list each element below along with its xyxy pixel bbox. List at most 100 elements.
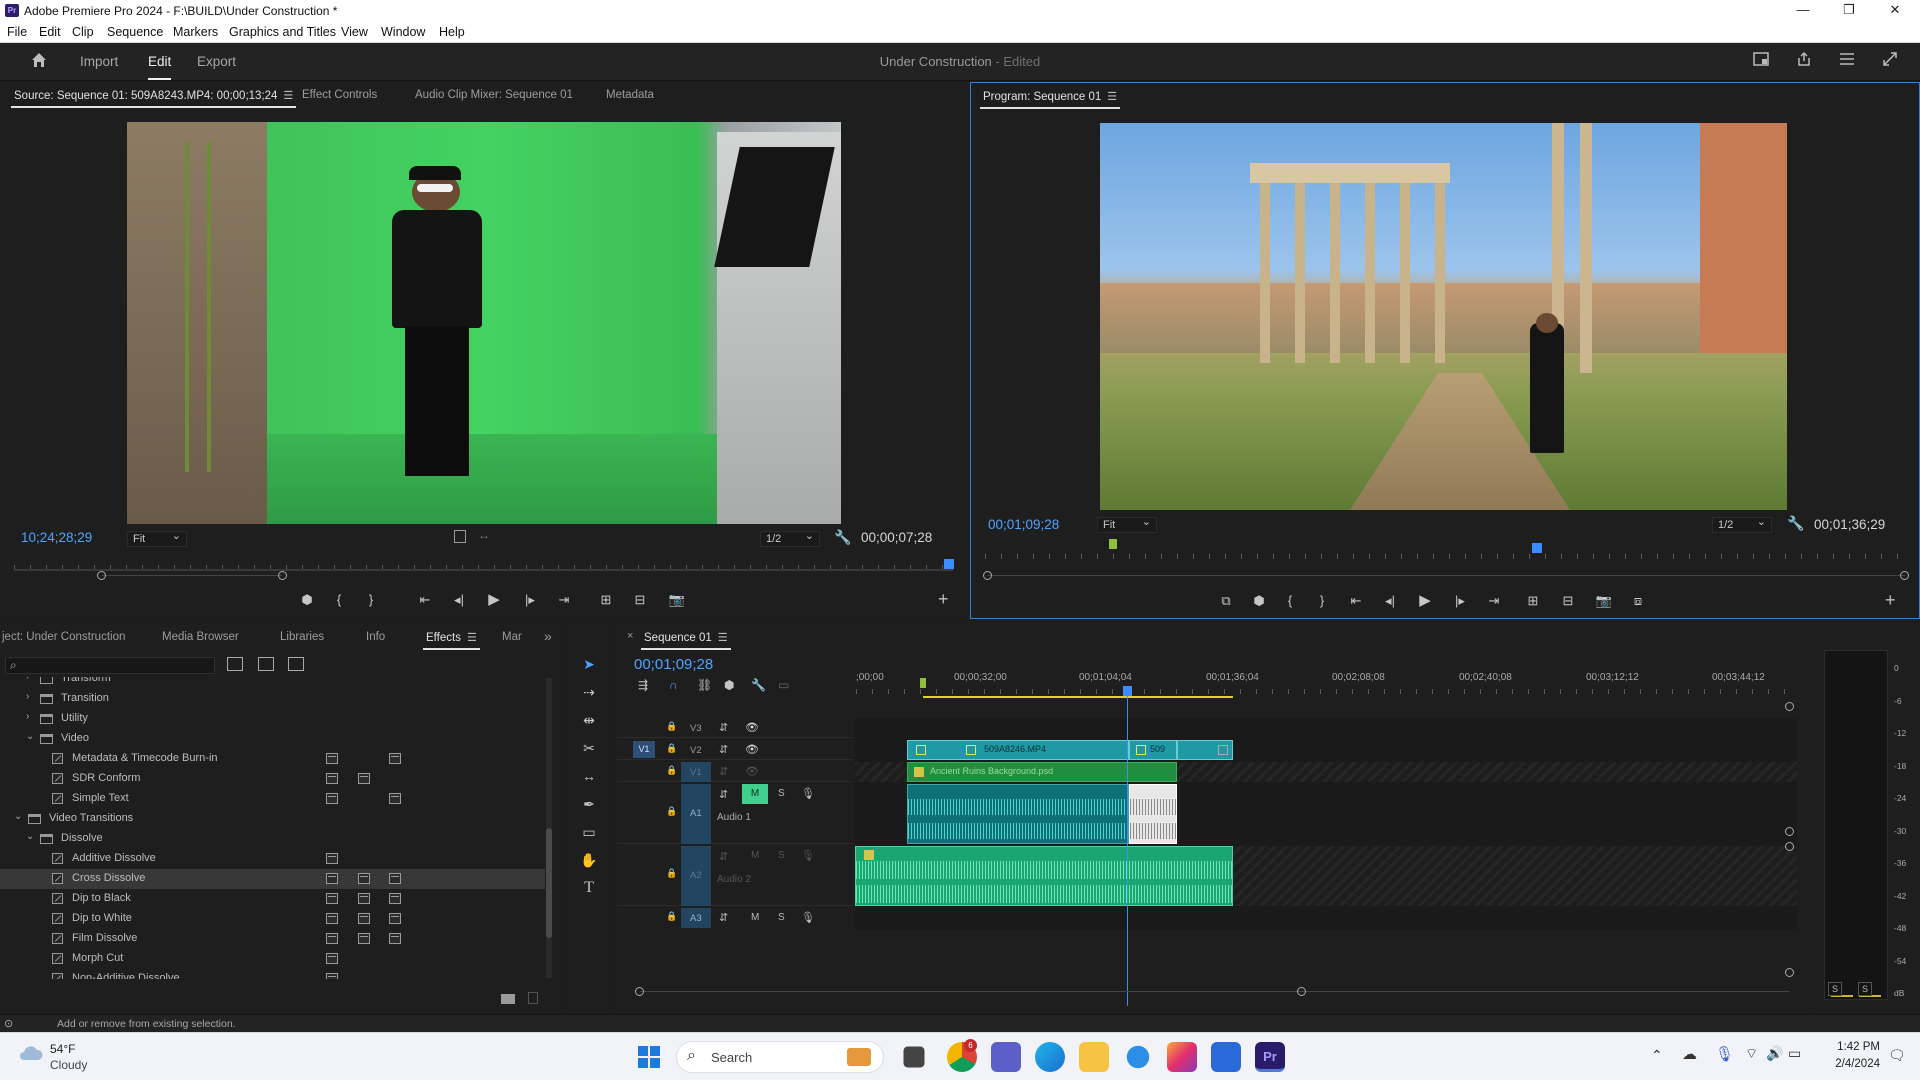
program-time-ruler[interactable] (985, 539, 1910, 563)
microphone-icon[interactable]: 🎙 (801, 787, 815, 800)
file-explorer-icon[interactable] (1079, 1042, 1109, 1072)
menu-help[interactable]: Help (439, 25, 465, 39)
taskbar-search-box[interactable]: ⌕ Search (676, 1041, 884, 1073)
effects-search-input[interactable]: ⌕ (5, 657, 215, 674)
wifi-icon[interactable]: ⌔ (1745, 1045, 1758, 1063)
program-resolution-dropdown[interactable]: 1/2 (1712, 515, 1772, 533)
effects-folder[interactable]: › Transform (0, 677, 545, 689)
source-video-frame[interactable] (127, 122, 841, 524)
more-tabs-icon[interactable]: » (544, 628, 552, 644)
step-back-icon[interactable]: ◂| (449, 590, 469, 610)
solo-button[interactable]: S (778, 850, 785, 861)
timeline-ruler[interactable]: ;00;00 00;00;32;00 00;01;04;04 00;01;36;… (856, 662, 1796, 702)
solo-left-button[interactable]: S (1828, 982, 1842, 996)
clock-time[interactable]: 1:42 PM (1830, 1041, 1880, 1053)
go-to-out-icon[interactable]: ⇥ (554, 590, 574, 610)
volume-icon[interactable]: 🔊 (1766, 1045, 1783, 1062)
fullscreen-icon[interactable] (1879, 51, 1901, 73)
instagram-icon[interactable] (1167, 1042, 1197, 1072)
effects-item[interactable]: Dip to White (0, 909, 545, 929)
weather-desc[interactable]: Cloudy (50, 1058, 87, 1072)
timeline-horizontal-scroll[interactable] (640, 991, 1790, 992)
panel-menu-icon[interactable]: ☰ (283, 90, 293, 102)
a1-clip-selected[interactable] (1129, 784, 1177, 844)
timeline-zoom-handle-left[interactable] (635, 987, 644, 996)
program-zoom-handle-right[interactable] (1900, 571, 1909, 580)
lift-icon[interactable]: ⊞ (1522, 591, 1544, 611)
weather-temp[interactable]: 54°F (50, 1042, 75, 1056)
track-area[interactable]: 509A8246.MP4 509 Ancient Ruins Backgroun… (855, 718, 1797, 930)
rectangle-tool-icon[interactable]: ▭ (579, 822, 599, 842)
timeline-playhead-timecode[interactable]: 00;01;09;28 (634, 656, 713, 673)
show-hidden-icons-icon[interactable]: ⌃ (1651, 1047, 1663, 1064)
effects-folder[interactable]: › Utility (0, 709, 545, 729)
eye-icon[interactable]: 👁 (745, 743, 759, 756)
sync-lock-icon[interactable]: ⇵ (719, 743, 728, 756)
lift-extract-icon[interactable]: ⧉ (1215, 591, 1237, 611)
add-marker-icon[interactable]: ⬢ (724, 678, 734, 692)
audio-tracks-scroll-handle-top[interactable] (1785, 842, 1794, 851)
chevron-down-icon[interactable]: ⌄ (26, 731, 34, 742)
effects-item[interactable]: Dip to Black (0, 889, 545, 909)
menu-edit[interactable]: Edit (39, 25, 61, 39)
delete-icon[interactable] (528, 992, 538, 1004)
pen-tool-icon[interactable]: ✒ (579, 794, 599, 814)
eye-icon[interactable]: 👁 (745, 721, 759, 734)
menu-view[interactable]: View (341, 25, 368, 39)
audio-tracks-scroll-handle-bottom[interactable] (1785, 968, 1794, 977)
video-tracks-scroll-handle-bottom[interactable] (1785, 827, 1794, 836)
effects-folder[interactable]: ⌄ Video Transitions (0, 809, 545, 829)
effects-item[interactable]: Film Dissolve (0, 929, 545, 949)
source-zoom-dropdown[interactable]: Fit (127, 529, 187, 547)
timeline-playhead[interactable] (1127, 688, 1128, 1006)
premiere-taskbar-icon[interactable]: Pr (1255, 1042, 1285, 1072)
tab-effect-controls[interactable]: Effect Controls (302, 89, 377, 101)
effects-scrollbar-thumb[interactable] (546, 828, 552, 938)
cloud-icon[interactable] (18, 1044, 44, 1062)
sync-lock-icon[interactable]: ⇵ (719, 850, 728, 863)
step-forward-icon[interactable]: |▸ (1450, 591, 1470, 611)
new-bin-icon[interactable] (501, 994, 515, 1004)
tab-markers[interactable]: Mar (502, 631, 522, 643)
ripple-edit-tool-icon[interactable]: ⇹ (579, 710, 599, 730)
close-sequence-icon[interactable]: × (627, 630, 633, 642)
export-frame-icon[interactable]: 📷 (666, 590, 688, 610)
32bit-effects-icon[interactable] (258, 657, 274, 671)
windows-start-icon[interactable] (638, 1046, 660, 1068)
menu-sequence[interactable]: Sequence (107, 25, 163, 39)
panel-menu-icon[interactable]: ☰ (467, 632, 477, 644)
mute-button[interactable]: M (751, 912, 759, 923)
solo-button[interactable]: S (778, 788, 785, 799)
effects-item[interactable]: Cross Dissolve (0, 869, 545, 889)
battery-icon[interactable]: ▭ (1788, 1045, 1801, 1062)
lock-icon[interactable]: 🔒 (666, 721, 677, 732)
clock-date[interactable]: 2/4/2024 (1826, 1058, 1880, 1070)
menu-clip[interactable]: Clip (72, 25, 94, 39)
teams-icon[interactable] (991, 1042, 1021, 1072)
overwrite-icon[interactable]: ⊟ (629, 590, 651, 610)
tab-project[interactable]: ject: Under Construction (2, 631, 125, 643)
play-icon[interactable]: ▶ (484, 590, 504, 610)
minimize-button[interactable]: — (1780, 0, 1826, 21)
effects-item[interactable]: Simple Text (0, 789, 545, 809)
program-playhead-marker[interactable] (1532, 543, 1542, 553)
chevron-down-icon[interactable]: ⌄ (26, 831, 34, 842)
work-area-bar[interactable] (923, 696, 1233, 698)
v1-clip[interactable]: Ancient Ruins Background.psd (907, 762, 1177, 782)
messenger-icon[interactable] (1126, 1045, 1150, 1069)
effects-folder[interactable]: ⌄ Video (0, 729, 545, 749)
panel-menu-icon[interactable]: ☰ (1107, 91, 1117, 103)
accelerated-effects-icon[interactable] (227, 657, 243, 671)
yuv-effects-icon[interactable] (288, 657, 304, 671)
program-zoom-bar[interactable] (988, 575, 1905, 576)
extract-icon[interactable]: ⊟ (1557, 591, 1579, 611)
v2-clip-3[interactable] (1177, 740, 1233, 760)
notifications-icon[interactable]: 🗨 (1888, 1047, 1906, 1064)
tab-sequence-01[interactable]: Sequence 01 ☰ (641, 631, 731, 650)
tab-effects[interactable]: Effects ☰ (423, 631, 480, 650)
step-forward-icon[interactable]: |▸ (520, 590, 540, 610)
program-zoom-dropdown[interactable]: Fit (1097, 515, 1157, 533)
maximize-button[interactable]: ❐ (1826, 0, 1872, 21)
menu-graphics-and-titles[interactable]: Graphics and Titles (229, 25, 336, 39)
a2-clip[interactable] (855, 846, 1233, 906)
